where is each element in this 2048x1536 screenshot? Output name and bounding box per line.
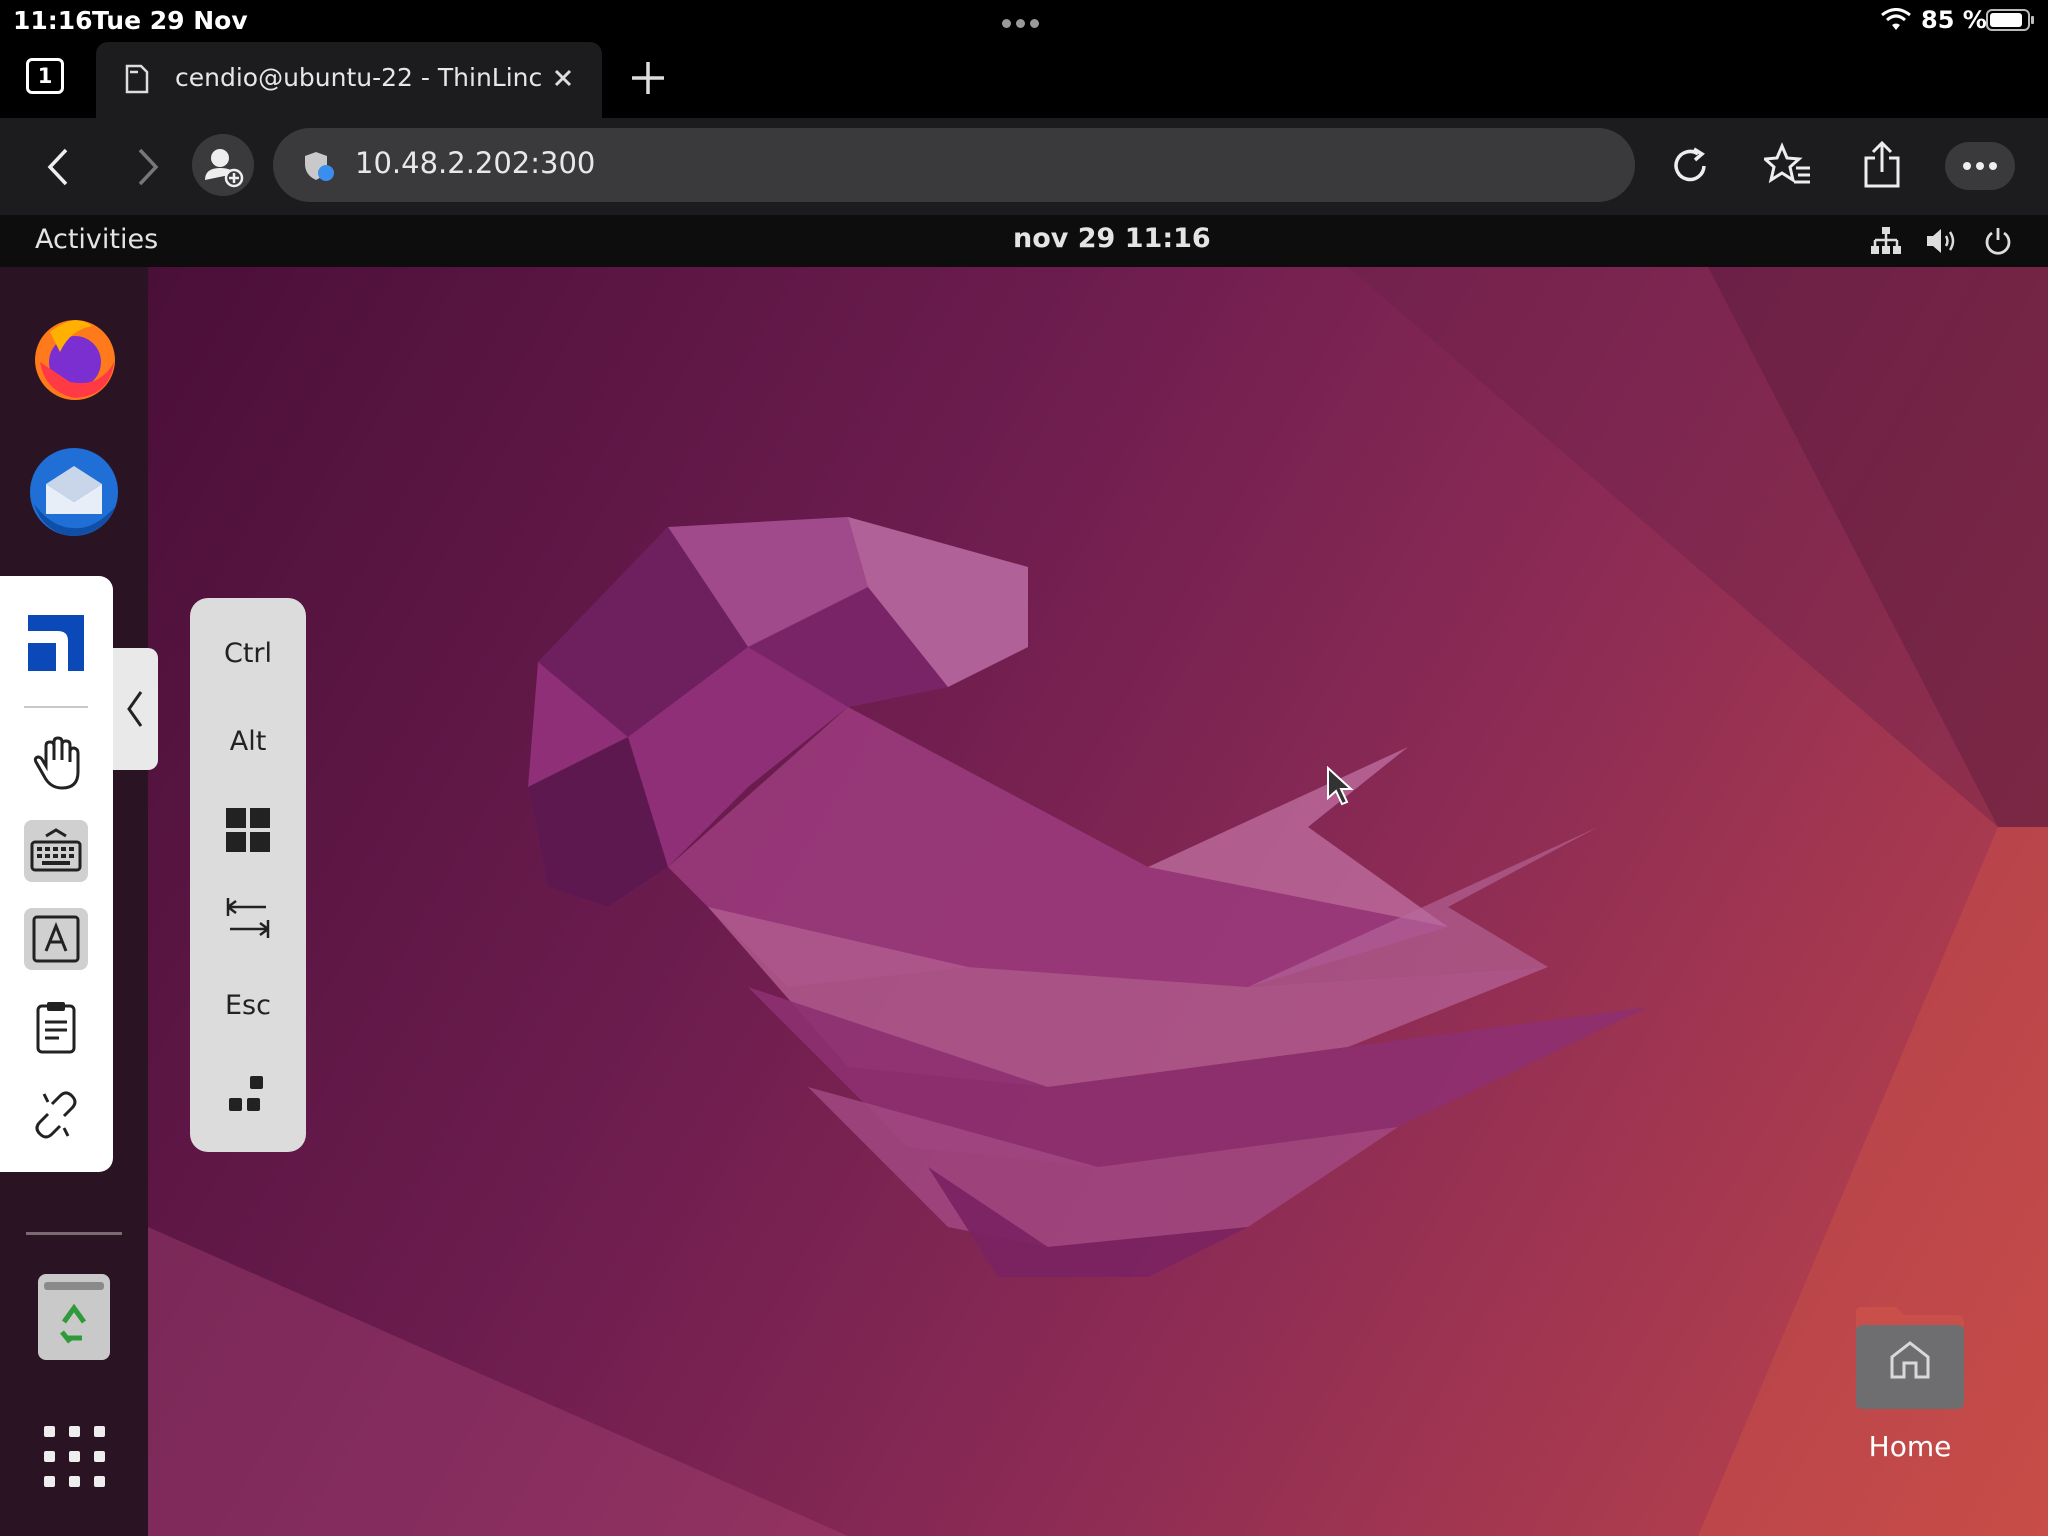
mouse-cursor-icon	[1327, 766, 1354, 806]
activities-button[interactable]: Activities	[35, 224, 158, 255]
modifier-keys-panel	[190, 598, 306, 1152]
status-date: Tue 29 Nov	[92, 6, 248, 35]
disconnect-button[interactable]	[24, 1084, 88, 1146]
shield-icon	[305, 152, 334, 181]
windows-key-icon[interactable]	[225, 807, 271, 853]
clipboard-icon	[36, 1002, 76, 1054]
share-icon[interactable]	[1862, 140, 1902, 190]
status-time: 11:16	[13, 6, 93, 35]
battery-percent: 85 %	[1921, 6, 1987, 34]
thinlinc-separator	[24, 706, 88, 708]
more-options-button[interactable]	[1945, 142, 2015, 190]
plus-icon[interactable]	[628, 58, 668, 98]
close-icon[interactable]	[549, 64, 577, 92]
tab-key-icon[interactable]	[226, 896, 270, 940]
url-text[interactable]: 10.48.2.202:300	[355, 146, 595, 180]
dock-separator	[26, 1232, 122, 1235]
profile-button[interactable]	[192, 134, 254, 196]
text-input-icon	[32, 915, 80, 963]
power-icon[interactable]	[1983, 226, 2013, 256]
keyboard-button[interactable]	[24, 820, 88, 882]
clipboard-button[interactable]	[24, 996, 88, 1058]
reload-icon[interactable]	[1668, 144, 1712, 188]
keyboard-icon	[30, 828, 82, 872]
alt-key[interactable]: Alt	[190, 726, 306, 757]
gnome-clock[interactable]: nov 29 11:16	[1013, 223, 1211, 254]
jellyfish-wallpaper	[148, 267, 2048, 1536]
pointer-mode-button[interactable]	[24, 732, 88, 794]
ellipsis-icon	[1963, 162, 1997, 170]
forward-arrow-icon[interactable]	[134, 146, 162, 188]
battery-icon	[1986, 9, 2034, 31]
network-icon[interactable]	[1870, 226, 1902, 256]
favorites-star-icon[interactable]	[1764, 142, 1812, 188]
text-input-button[interactable]	[24, 908, 88, 970]
trash-icon[interactable]	[36, 1272, 112, 1362]
hand-icon	[33, 736, 80, 790]
esc-key[interactable]: Esc	[190, 990, 306, 1021]
tab-overview-button[interactable]: 1	[26, 58, 64, 94]
ipad-status-bar: 11:16 Tue 29 Nov 85 %	[0, 0, 2048, 40]
volume-icon[interactable]	[1925, 226, 1959, 256]
more-keys-icon[interactable]	[226, 1074, 270, 1118]
tab-title: cendio@ubuntu-22 - ThinLinc	[175, 63, 543, 92]
multitask-dots-icon[interactable]	[1002, 13, 1048, 28]
app-grid-icon[interactable]	[42, 1424, 108, 1490]
back-arrow-icon[interactable]	[44, 146, 72, 188]
thinlinc-logo-icon[interactable]	[28, 615, 84, 671]
wifi-icon	[1881, 8, 1911, 30]
disconnect-icon	[35, 1091, 77, 1139]
thinlinc-collapse-handle[interactable]	[113, 648, 158, 770]
desktop-wallpaper	[148, 267, 2048, 1536]
page-icon	[125, 64, 149, 94]
home-folder-label[interactable]: Home	[1852, 1430, 1968, 1463]
thunderbird-icon[interactable]	[24, 444, 124, 540]
firefox-icon[interactable]	[30, 312, 120, 404]
home-folder-icon[interactable]	[1852, 1305, 1968, 1415]
chevron-left-icon	[127, 691, 143, 727]
user-add-icon	[205, 149, 244, 188]
ctrl-key[interactable]: Ctrl	[190, 638, 306, 669]
